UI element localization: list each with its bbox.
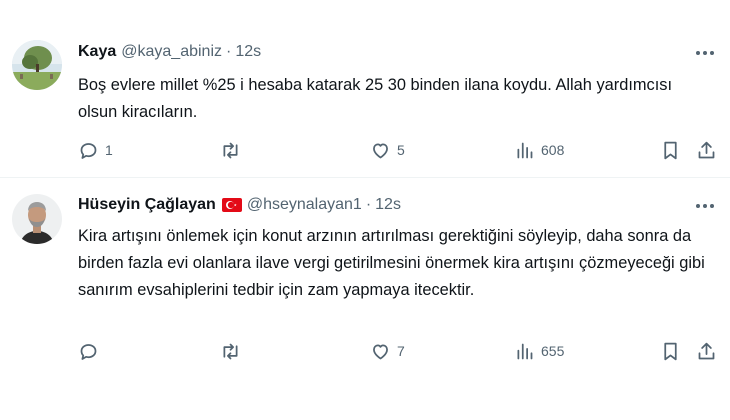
like-button[interactable]: 7 <box>370 339 405 363</box>
tweet-header: Kaya @kaya_abiniz · 12s <box>78 41 261 63</box>
action-bar: 7 655 <box>78 339 718 363</box>
like-icon <box>373 344 388 359</box>
avatar[interactable] <box>12 194 62 244</box>
views-count: 608 <box>541 142 565 158</box>
repost-icon <box>223 343 238 359</box>
timestamp[interactable]: 12s <box>375 196 401 214</box>
reply-button[interactable]: 1 <box>78 138 113 162</box>
tweet[interactable]: Kaya @kaya_abiniz · 12s Boş evlere mille… <box>0 0 730 178</box>
like-count: 5 <box>397 142 405 158</box>
share-icon <box>698 342 715 359</box>
reply-button[interactable] <box>78 339 105 363</box>
like-count: 7 <box>397 343 405 359</box>
share-button[interactable] <box>696 339 717 363</box>
reply-icon <box>80 142 97 159</box>
bookmark-button[interactable] <box>660 138 681 162</box>
author-handle[interactable]: @hseynalayan1 <box>247 196 362 214</box>
turkey-flag-icon <box>221 198 242 212</box>
views-button[interactable]: 608 <box>514 138 564 162</box>
more-icon[interactable] <box>694 42 716 64</box>
views-button[interactable]: 655 <box>514 339 564 363</box>
author-handle[interactable]: @kaya_abiniz <box>121 43 222 61</box>
avatar[interactable] <box>12 40 62 90</box>
repost-button[interactable] <box>220 138 247 162</box>
reply-count: 1 <box>105 142 113 158</box>
views-count: 655 <box>541 343 565 359</box>
tweet[interactable]: Hüseyin Çağlayan @hseynalayan1 · 12s Kir… <box>0 179 730 420</box>
repost-icon <box>223 142 238 158</box>
share-button[interactable] <box>696 138 717 162</box>
separator-dot: · <box>365 196 372 213</box>
bookmark-icon <box>664 141 677 159</box>
tweet-text: Boş evlere millet %25 i hesaba katarak 2… <box>78 76 673 121</box>
author-name[interactable]: Hüseyin Çağlayan <box>78 196 216 214</box>
bookmark-button[interactable] <box>660 339 681 363</box>
tweet-header: Hüseyin Çağlayan @hseynalayan1 · 12s <box>78 194 401 216</box>
bookmark-icon <box>664 342 677 360</box>
timestamp[interactable]: 12s <box>235 43 261 61</box>
separator-dot: · <box>226 43 232 60</box>
views-icon <box>517 343 533 359</box>
repost-button[interactable] <box>220 339 247 363</box>
like-button[interactable]: 5 <box>370 138 405 162</box>
more-icon[interactable] <box>694 195 716 217</box>
author-name[interactable]: Kaya <box>78 43 116 61</box>
views-icon <box>517 142 533 158</box>
share-icon <box>698 141 715 158</box>
action-bar: 1 5 608 <box>78 138 718 162</box>
divider <box>0 177 730 178</box>
like-icon <box>373 143 388 158</box>
tweet-text: Kira artışını önlemek için konut arzının… <box>78 227 705 299</box>
reply-icon <box>80 343 97 360</box>
